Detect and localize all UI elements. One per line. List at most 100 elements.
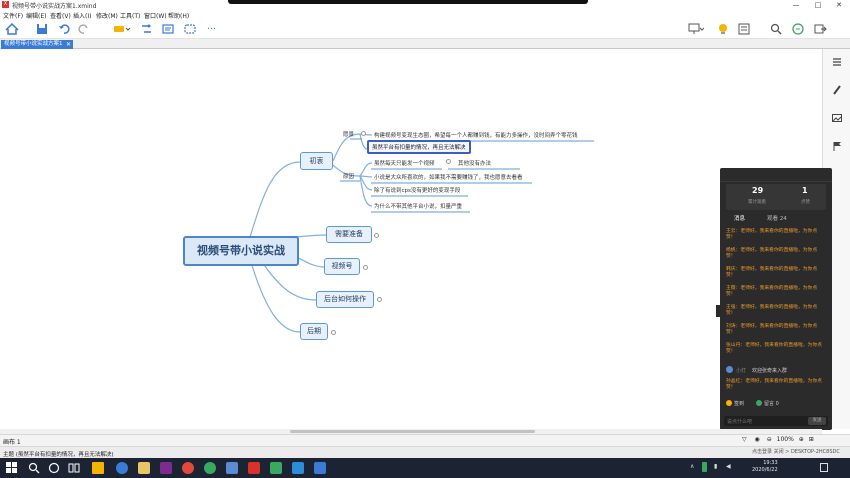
summary-icon[interactable] bbox=[162, 23, 174, 35]
close-tab-icon[interactable]: ✕ bbox=[66, 40, 71, 49]
chat-gift-row: 签到 留言 0 bbox=[726, 400, 826, 408]
chrome-icon[interactable] bbox=[182, 462, 194, 474]
branch-node-early[interactable]: 初衷 bbox=[300, 152, 333, 170]
brush-icon[interactable] bbox=[832, 85, 842, 95]
save-icon[interactable] bbox=[36, 23, 48, 35]
maximize-button[interactable]: □ bbox=[807, 0, 829, 10]
chat-message: 刘涛：老师好，我来看你的直播啦，为你点赞！ bbox=[726, 324, 818, 335]
zoom-in-button[interactable]: ⊕ bbox=[799, 436, 804, 443]
volume-icon[interactable]: ◀ bbox=[726, 463, 731, 470]
outline-icon[interactable] bbox=[738, 23, 750, 35]
wechat-icon[interactable] bbox=[204, 462, 216, 474]
checkin-icon bbox=[726, 400, 732, 406]
more-icon[interactable]: … bbox=[207, 22, 216, 34]
expand-toggle-reason-1[interactable] bbox=[446, 159, 451, 164]
leaf-reason-3[interactable]: 除了有说到cps没有更好的变现手段 bbox=[374, 186, 460, 194]
window-title: 视频号带小说实战方案1.xmind bbox=[12, 3, 97, 10]
cortana-icon[interactable] bbox=[48, 462, 60, 474]
task-view-icon[interactable] bbox=[68, 462, 80, 474]
mindmap-root-node[interactable]: 视频号带小说实战 bbox=[183, 236, 299, 266]
sheet-tab[interactable]: 画布 1 bbox=[3, 437, 21, 446]
expand-toggle-later[interactable] bbox=[331, 330, 336, 335]
zoom-control[interactable]: ▽ ◉ ⊖ 100% ⊕ ⊞ bbox=[742, 436, 814, 443]
boundary-icon[interactable] bbox=[184, 23, 196, 35]
fit-screen-icon[interactable]: ⊞ bbox=[809, 436, 814, 443]
eye-icon[interactable]: ◉ bbox=[755, 436, 760, 443]
branch-node-backend[interactable]: 后台如何操作 bbox=[316, 291, 374, 308]
taskbar-app-icon[interactable] bbox=[92, 462, 104, 474]
branch-node-prepare[interactable]: 需要准备 bbox=[326, 226, 372, 243]
windows-start-icon[interactable] bbox=[6, 462, 18, 474]
home-icon[interactable] bbox=[5, 23, 19, 35]
notification-icon[interactable] bbox=[820, 463, 828, 472]
minimize-button[interactable]: — bbox=[785, 0, 807, 10]
app-logo-icon: X bbox=[2, 1, 9, 8]
flag-icon[interactable] bbox=[832, 141, 842, 151]
taskbar-app-icon[interactable] bbox=[314, 462, 326, 474]
zoom-out-button[interactable]: ⊖ bbox=[767, 436, 772, 443]
leaf-reason-4[interactable]: 为什么不带其他平台小说，扣量严重 bbox=[374, 202, 462, 210]
system-clock[interactable]: 19:33 2020/6/22 bbox=[752, 460, 778, 474]
scrollbar-thumb[interactable] bbox=[290, 430, 535, 433]
stat-views-count: 29 bbox=[752, 186, 764, 195]
taskbar-app-icon[interactable] bbox=[292, 462, 304, 474]
redo-icon[interactable] bbox=[78, 23, 90, 35]
edge-browser-icon[interactable] bbox=[116, 462, 128, 474]
xmind-app-icon[interactable] bbox=[248, 462, 260, 474]
checkin-label[interactable]: 签到 bbox=[734, 400, 744, 407]
live-chat-panel: 29 累计观看 1 点赞 消息 观看 24 王云：老师好，我来看你的直播啦，为你… bbox=[720, 168, 832, 430]
chat-tab-viewers[interactable]: 观看 24 bbox=[767, 214, 787, 222]
chat-message: 孙晶红：老师好，我来看你的直播啦，为你点赞！ bbox=[726, 379, 822, 390]
branch-node-later[interactable]: 后期 bbox=[300, 323, 328, 340]
presentation-icon[interactable] bbox=[688, 23, 704, 35]
comment-count[interactable]: 留言 0 bbox=[764, 400, 779, 407]
chat-tab-messages[interactable]: 消息 bbox=[734, 214, 745, 222]
onenote-icon[interactable] bbox=[160, 462, 172, 474]
expand-toggle-backend[interactable] bbox=[377, 297, 382, 302]
export-icon[interactable] bbox=[814, 23, 830, 35]
send-button[interactable]: 发送 bbox=[808, 417, 826, 425]
mindmap-canvas[interactable]: 视频号带小说实战 初衷 需要准备 视频号 后台如何操作 后期 愿景 原因 构建视… bbox=[0, 49, 822, 427]
join-prefix: 小灯 bbox=[736, 368, 747, 374]
filter-icon[interactable]: ▽ bbox=[742, 436, 747, 443]
branch-node-channel[interactable]: 视频号 bbox=[324, 258, 360, 275]
tray-chevron-icon[interactable]: ∧ bbox=[690, 463, 694, 470]
leaf-reason-2[interactable]: 小说是大众所喜欢的，如果我不需要赚钱了，我也愿意去看看 bbox=[374, 173, 523, 181]
network-icon[interactable]: ▮ bbox=[714, 463, 717, 470]
status-bar: 主题 (虽然平台有扣量的情况，再且无法解决) bbox=[0, 446, 850, 458]
topic-icon[interactable] bbox=[113, 23, 131, 35]
tab-document[interactable]: 视频号带小说实战方案1 ✕ bbox=[1, 40, 73, 49]
share-icon[interactable] bbox=[792, 23, 804, 35]
taskbar-app-icon[interactable] bbox=[226, 462, 238, 474]
expand-toggle-channel[interactable] bbox=[363, 265, 368, 270]
chat-header bbox=[720, 168, 832, 182]
file-explorer-icon[interactable] bbox=[138, 462, 150, 474]
stat-views-label: 累计观看 bbox=[748, 200, 766, 205]
chat-input-field[interactable]: 说点什么吧 发送 bbox=[724, 416, 828, 426]
chat-message: 张山丹：老师好，我来看你的直播啦，为你点赞！ bbox=[726, 343, 822, 354]
wechat-work-icon[interactable] bbox=[270, 462, 282, 474]
sub-node-origin[interactable]: 愿景 bbox=[343, 130, 354, 138]
zoom-level: 100% bbox=[776, 436, 794, 443]
chat-message: 王云：老师好，我来看你的直播啦，为你点赞！ bbox=[726, 229, 818, 240]
bulb-icon[interactable] bbox=[718, 23, 728, 35]
image-icon[interactable] bbox=[832, 113, 842, 123]
undo-icon[interactable] bbox=[58, 23, 70, 35]
clock-date: 2020/6/22 bbox=[752, 467, 778, 473]
expand-toggle-prepare[interactable] bbox=[374, 233, 379, 238]
leaf-origin-2-selected[interactable]: 虽然平台有扣量的情况，再且无法解决 bbox=[367, 140, 471, 154]
relationship-icon[interactable] bbox=[140, 23, 152, 35]
leaf-reason-1[interactable]: 虽然每天只能发一个视频 bbox=[374, 159, 435, 167]
sheet-bar: 画布 1 ▽ ◉ ⊖ 100% ⊕ ⊞ bbox=[0, 434, 850, 446]
expand-toggle-origin[interactable] bbox=[361, 131, 366, 136]
chat-tabs: 消息 观看 24 bbox=[720, 213, 832, 223]
format-icon[interactable] bbox=[832, 57, 842, 67]
tray-app-icon[interactable] bbox=[702, 462, 707, 472]
avatar bbox=[726, 366, 733, 373]
leaf-origin-1[interactable]: 构建视频号变现生态圈，希望每一个人都赚到钱，有能力多操作，没时间弄个零花钱 bbox=[374, 131, 578, 139]
search-icon[interactable] bbox=[28, 462, 40, 474]
leaf-reason-1b[interactable]: 其他没有办法 bbox=[458, 159, 491, 167]
sub-node-reason[interactable]: 原因 bbox=[343, 172, 354, 180]
close-button[interactable]: ✕ bbox=[828, 0, 850, 10]
search-icon[interactable] bbox=[770, 23, 782, 35]
